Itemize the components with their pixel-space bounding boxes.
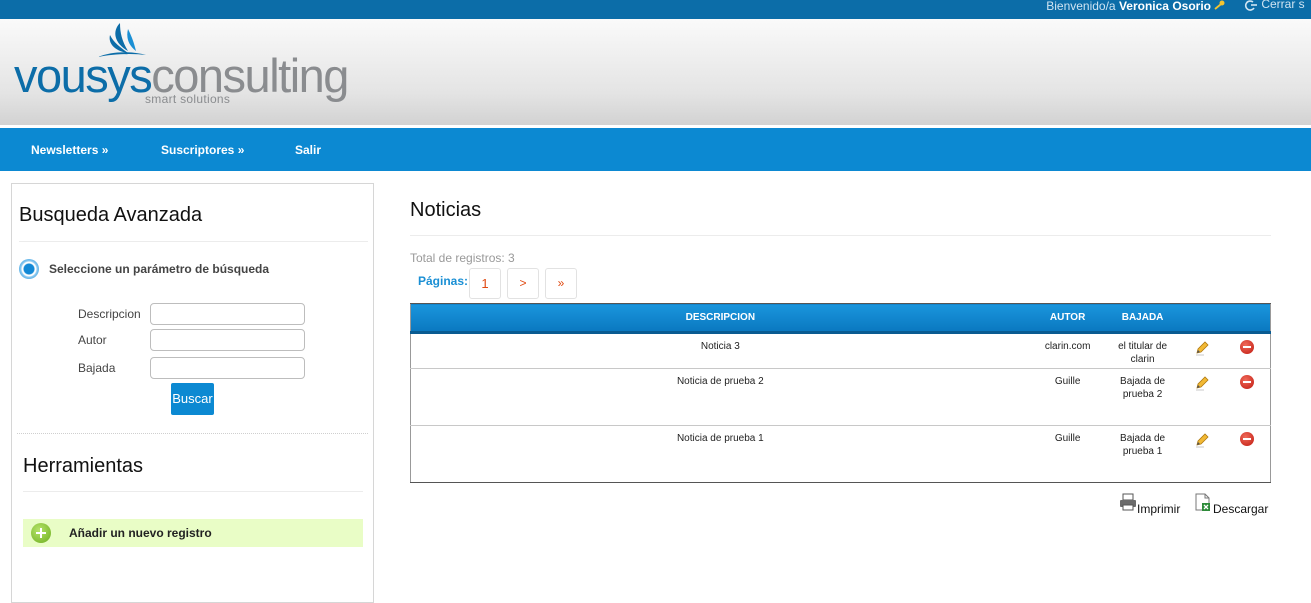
- nav-item-suscriptores[interactable]: Suscriptores »: [161, 143, 244, 157]
- user-name: Veronica Osorio: [1118, 0, 1211, 13]
- divider: [19, 241, 368, 242]
- header: vousysconsulting smart solutions: [0, 19, 1311, 125]
- add-record-label: Añadir un nuevo registro: [69, 526, 212, 540]
- cell-bajada: el titular de clarin: [1105, 332, 1180, 369]
- search-param-radio[interactable]: [19, 259, 39, 279]
- welcome-prefix: Bienvenido/a: [1046, 0, 1116, 13]
- cell-delete: [1224, 368, 1271, 426]
- edit-pencil-icon[interactable]: [1194, 375, 1210, 391]
- column-header-autor[interactable]: AUTOR: [1029, 303, 1106, 334]
- nav-item-newsletters[interactable]: Newsletters »: [31, 143, 108, 157]
- cell-bajada: Bajada de prueba 1: [1105, 425, 1180, 483]
- brand-name-part1: vousys: [14, 49, 153, 102]
- page-title: Noticias: [410, 199, 482, 221]
- cell-edit: [1179, 425, 1225, 483]
- column-header-descripcion[interactable]: DESCRIPCION: [410, 303, 1030, 334]
- edit-pencil-icon[interactable]: [1194, 340, 1210, 356]
- top-bar: Bienvenido/a Veronica Osorio Cerrar s: [0, 0, 1311, 19]
- page-last-button[interactable]: »: [545, 268, 577, 299]
- field-label-descripcion: Descripcion: [78, 307, 141, 321]
- delete-icon[interactable]: [1240, 340, 1255, 354]
- divider: [17, 433, 368, 434]
- delete-icon[interactable]: [1240, 432, 1255, 446]
- logout-link[interactable]: Cerrar s: [1244, 0, 1305, 12]
- logout-label: Cerrar s: [1261, 0, 1305, 11]
- welcome-text: Bienvenido/a Veronica Osorio: [1046, 0, 1211, 13]
- add-record-button[interactable]: Añadir un nuevo registro: [23, 519, 363, 547]
- cell-descripcion: Noticia de prueba 2: [410, 368, 1030, 426]
- print-link[interactable]: Imprimir: [1137, 502, 1180, 516]
- cell-descripcion: Noticia 3: [410, 332, 1030, 369]
- column-header-bajada[interactable]: BAJADA: [1105, 303, 1180, 334]
- key-icon[interactable]: [1213, 0, 1225, 10]
- divider: [410, 235, 1271, 236]
- autor-input[interactable]: [150, 329, 305, 351]
- add-icon: [31, 523, 51, 543]
- main-nav: Newsletters » Suscriptores » Salir: [0, 128, 1311, 171]
- logout-icon: [1244, 0, 1257, 11]
- download-icon[interactable]: [1195, 493, 1211, 512]
- total-records: Total de registros: 3: [410, 251, 515, 265]
- cell-autor: Guille: [1029, 368, 1106, 426]
- search-button[interactable]: Buscar: [171, 383, 214, 415]
- table-header-row: DESCRIPCION AUTOR BAJADA: [410, 303, 1271, 334]
- edit-pencil-icon[interactable]: [1194, 432, 1210, 448]
- descripcion-input[interactable]: [150, 303, 305, 325]
- search-panel-title: Busqueda Avanzada: [19, 204, 203, 226]
- column-header-edit: [1179, 303, 1225, 334]
- printer-icon[interactable]: [1119, 493, 1137, 511]
- sidebar: Busqueda Avanzada Seleccione un parámetr…: [11, 183, 374, 603]
- cell-autor: Guille: [1029, 425, 1106, 483]
- delete-icon[interactable]: [1240, 375, 1255, 389]
- tools-title: Herramientas: [23, 455, 144, 477]
- news-table: DESCRIPCION AUTOR BAJADA Noticia 3 clari…: [410, 303, 1271, 483]
- cell-edit: [1179, 368, 1225, 426]
- column-header-delete: [1224, 303, 1271, 334]
- field-label-autor: Autor: [78, 333, 107, 347]
- table-row: Noticia de prueba 1 Guille Bajada de pru…: [410, 425, 1271, 483]
- cell-delete: [1224, 332, 1271, 369]
- divider: [23, 491, 363, 492]
- cell-descripcion: Noticia de prueba 1: [410, 425, 1030, 483]
- field-label-bajada: Bajada: [78, 361, 116, 375]
- bajada-input[interactable]: [150, 357, 305, 379]
- brand-tagline: smart solutions: [145, 92, 231, 106]
- nav-item-salir[interactable]: Salir: [295, 143, 321, 157]
- page-button-1[interactable]: 1: [469, 268, 501, 299]
- cell-delete: [1224, 425, 1271, 483]
- cell-edit: [1179, 332, 1225, 369]
- search-param-label: Seleccione un parámetro de búsqueda: [49, 262, 270, 276]
- cell-bajada: Bajada de prueba 2: [1105, 368, 1180, 426]
- pages-label: Páginas:: [418, 274, 469, 288]
- download-link[interactable]: Descargar: [1213, 502, 1268, 516]
- brand-logo[interactable]: vousysconsulting smart solutions: [14, 19, 349, 119]
- table-row: Noticia de prueba 2 Guille Bajada de pru…: [410, 368, 1271, 426]
- cell-autor: clarin.com: [1029, 332, 1106, 369]
- table-row: Noticia 3 clarin.com el titular de clari…: [410, 332, 1271, 369]
- page-next-button[interactable]: >: [507, 268, 539, 299]
